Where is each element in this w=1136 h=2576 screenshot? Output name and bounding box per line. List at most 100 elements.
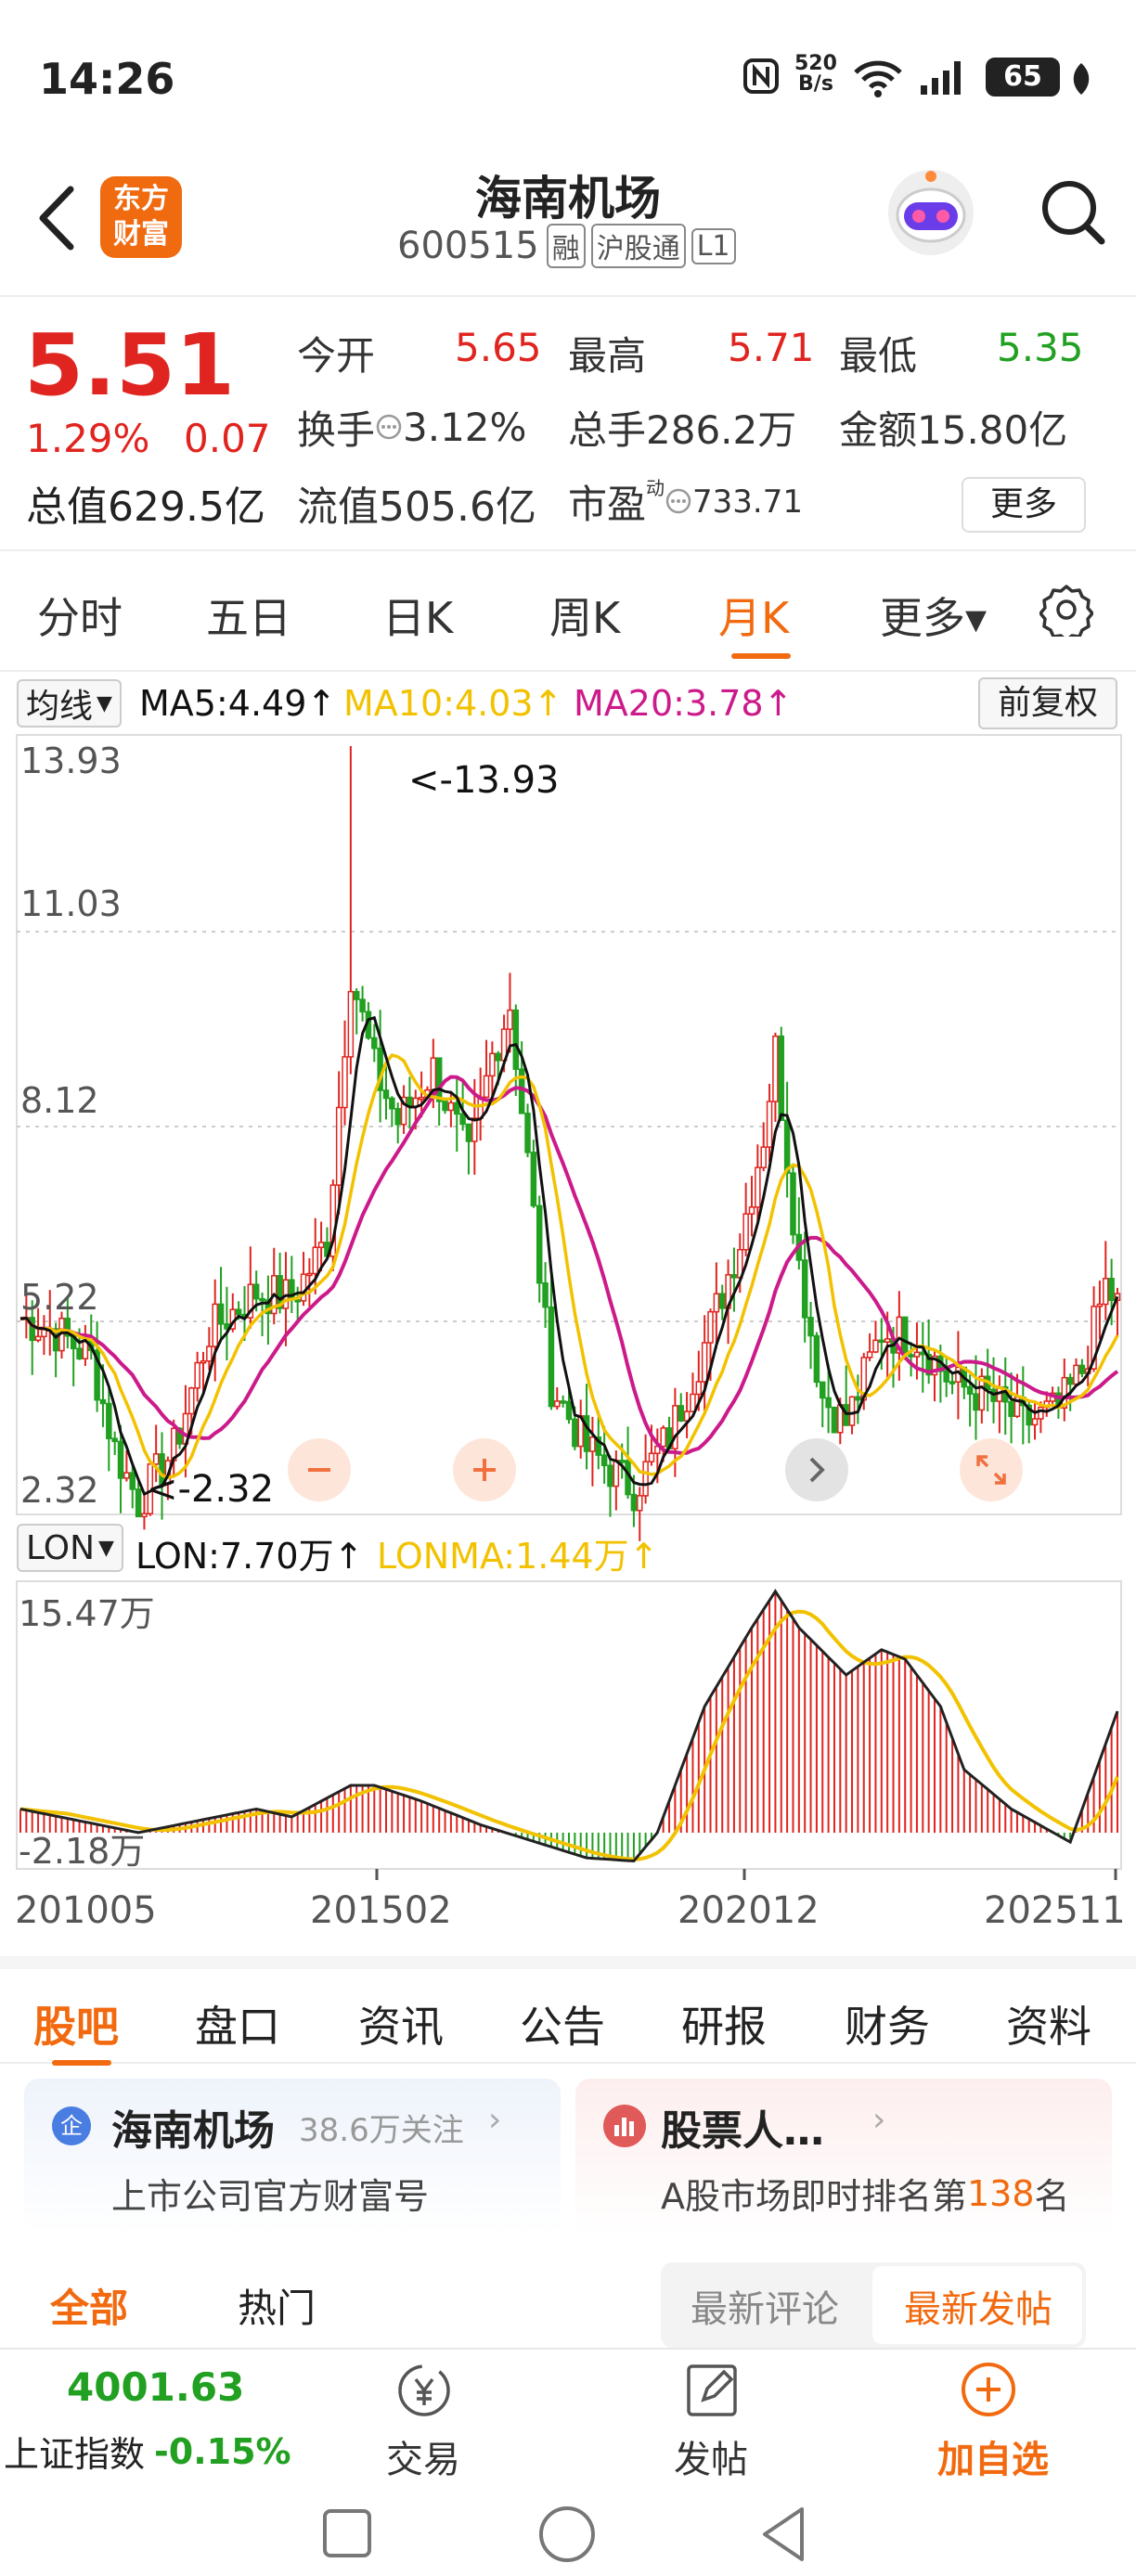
candle-body	[99, 1398, 107, 1405]
tag-level: L1	[691, 227, 736, 264]
candle-body	[34, 1335, 42, 1342]
tab-finance[interactable]: 财务	[845, 1993, 930, 2054]
candle-body	[801, 1259, 808, 1319]
tab-pankou[interactable]: 盘口	[195, 1993, 280, 2054]
post-label[interactable]: 发帖	[674, 2429, 748, 2483]
rank-text: A股市场即时排名第 138 名	[661, 2168, 1070, 2219]
candle-body	[1073, 1364, 1079, 1385]
search-icon[interactable]	[1036, 169, 1110, 256]
y-tick-top: 13.93	[20, 741, 122, 781]
candle-body	[435, 1057, 443, 1102]
tab-intraday[interactable]: 分时	[37, 585, 123, 646]
tab-monthly-k[interactable]: 月K	[718, 585, 789, 646]
candle-body	[200, 1359, 207, 1364]
sort-latest-post[interactable]: 最新发帖	[904, 2279, 1052, 2333]
bottom-toolbar: 4001.63 上证指数 -0.15% 交易 发帖 加自选	[0, 2348, 1136, 2487]
candle-body	[600, 1454, 608, 1467]
tab-daily-k[interactable]: 日K	[382, 585, 453, 646]
candle-body	[206, 1346, 213, 1362]
y-tick-3: 8.12	[20, 1080, 99, 1121]
candle-body	[141, 1513, 148, 1518]
max-price-label: <-13.93	[408, 759, 560, 802]
info-icon[interactable]	[375, 405, 403, 450]
enterprise-badge: 企	[52, 2106, 91, 2145]
kline-svg[interactable]	[0, 672, 1136, 1952]
mcap-value: 629.5亿	[108, 483, 265, 531]
lon-selector-label: LON	[26, 1528, 96, 1567]
lon-axis-bottom: -2.18万	[19, 1831, 146, 1872]
candle-body	[512, 1009, 520, 1070]
candle-body	[212, 1303, 218, 1347]
low-label: 最低	[839, 333, 918, 379]
candle-body	[901, 1316, 909, 1356]
candle-body	[106, 1402, 112, 1439]
candle-body	[913, 1351, 921, 1358]
lon-axis-top: 15.47万	[19, 1593, 155, 1634]
sort-latest-comment[interactable]: 最新评论	[691, 2279, 839, 2333]
kline-chart-area: 均线 ▼ MA5:4.49↑ MA10:4.03↑ MA20:3.78↑ 前复权 …	[0, 672, 1136, 1952]
mcap-label: 总值	[26, 483, 108, 531]
candle-body	[389, 1097, 395, 1110]
battery-icon: 65	[986, 58, 1060, 97]
home-icon[interactable]	[536, 2504, 598, 2569]
candle-body	[418, 1096, 425, 1101]
tab-five-day[interactable]: 五日	[206, 585, 291, 646]
change-amount: 0.07	[184, 416, 271, 461]
trade-yen-icon[interactable]	[382, 2357, 466, 2422]
candle-body	[188, 1387, 195, 1415]
recent-apps-icon[interactable]	[319, 2505, 375, 2565]
ranking-card[interactable]: 股票人… › A股市场即时排名第 138 名	[575, 2079, 1112, 2235]
post-filter-tabs: 全部 热门 最新评论 最新发帖	[0, 2251, 1136, 2348]
candle-body	[884, 1338, 891, 1343]
candle-body	[495, 1052, 501, 1062]
candle-body	[618, 1460, 626, 1463]
candle-body	[252, 1283, 260, 1300]
candle-body	[630, 1493, 638, 1512]
tab-weekly-k[interactable]: 周K	[549, 585, 620, 646]
candle-body	[371, 1037, 378, 1050]
scroll-right-button[interactable]	[785, 1438, 848, 1501]
index-row[interactable]: 上证指数 -0.15%	[4, 2426, 291, 2477]
candle-body	[483, 1075, 490, 1099]
candle-body	[766, 1101, 773, 1148]
x-tick-1: 201005	[15, 1889, 157, 1932]
tab-announcements[interactable]: 公告	[520, 1993, 605, 2054]
feature-cards: 企 海南机场 38.6万关注 › 上市公司官方财富号 股票人… › A股市场即时…	[0, 2066, 1136, 2251]
zoom-in-button[interactable]	[453, 1438, 516, 1501]
battery-level: 65	[1003, 60, 1042, 93]
candle-body	[342, 1056, 348, 1109]
x-tick-3: 202012	[678, 1889, 820, 1932]
candle-body	[825, 1397, 832, 1409]
candle-body	[572, 1418, 578, 1448]
edit-post-icon[interactable]	[670, 2357, 754, 2422]
settings-gear-icon[interactable]	[1039, 583, 1094, 642]
fullscreen-icon[interactable]	[960, 1438, 1023, 1501]
lon-selector[interactable]: LON ▼	[17, 1524, 123, 1572]
candle-body	[589, 1436, 596, 1452]
more-button[interactable]: 更多	[962, 477, 1086, 533]
candle-body	[394, 1108, 401, 1126]
card-title: 股票人…	[661, 2107, 824, 2155]
min-price-label: <-2.32	[147, 1468, 275, 1511]
active-tab-indicator	[731, 653, 791, 659]
amount: 金额 15.80亿	[839, 399, 1067, 456]
tab-profile[interactable]: 资料	[1006, 1993, 1091, 2054]
tab-hot[interactable]: 热门	[238, 2277, 316, 2334]
candle-body	[300, 1273, 307, 1302]
trade-label[interactable]: 交易	[386, 2429, 460, 2483]
zoom-out-button[interactable]	[288, 1438, 351, 1501]
tab-all[interactable]: 全部	[50, 2277, 128, 2334]
index-value[interactable]: 4001.63	[67, 2364, 244, 2410]
info-icon[interactable]	[665, 479, 692, 524]
candle-body	[382, 1089, 390, 1100]
back-nav-icon[interactable]	[754, 2504, 815, 2569]
tab-news[interactable]: 资讯	[358, 1993, 444, 2054]
official-account-card[interactable]: 企 海南机场 38.6万关注 › 上市公司官方财富号	[24, 2079, 561, 2235]
tab-more[interactable]: 更多▾	[880, 585, 987, 646]
add-watchlist-label[interactable]: 加自选	[937, 2429, 1049, 2483]
tab-guba[interactable]: 股吧	[33, 1993, 119, 2054]
wifi-icon	[852, 58, 904, 102]
tab-research[interactable]: 研报	[681, 1993, 767, 2054]
add-circle-icon[interactable]	[956, 2359, 1021, 2420]
robot-assistant-icon[interactable]	[880, 161, 982, 264]
